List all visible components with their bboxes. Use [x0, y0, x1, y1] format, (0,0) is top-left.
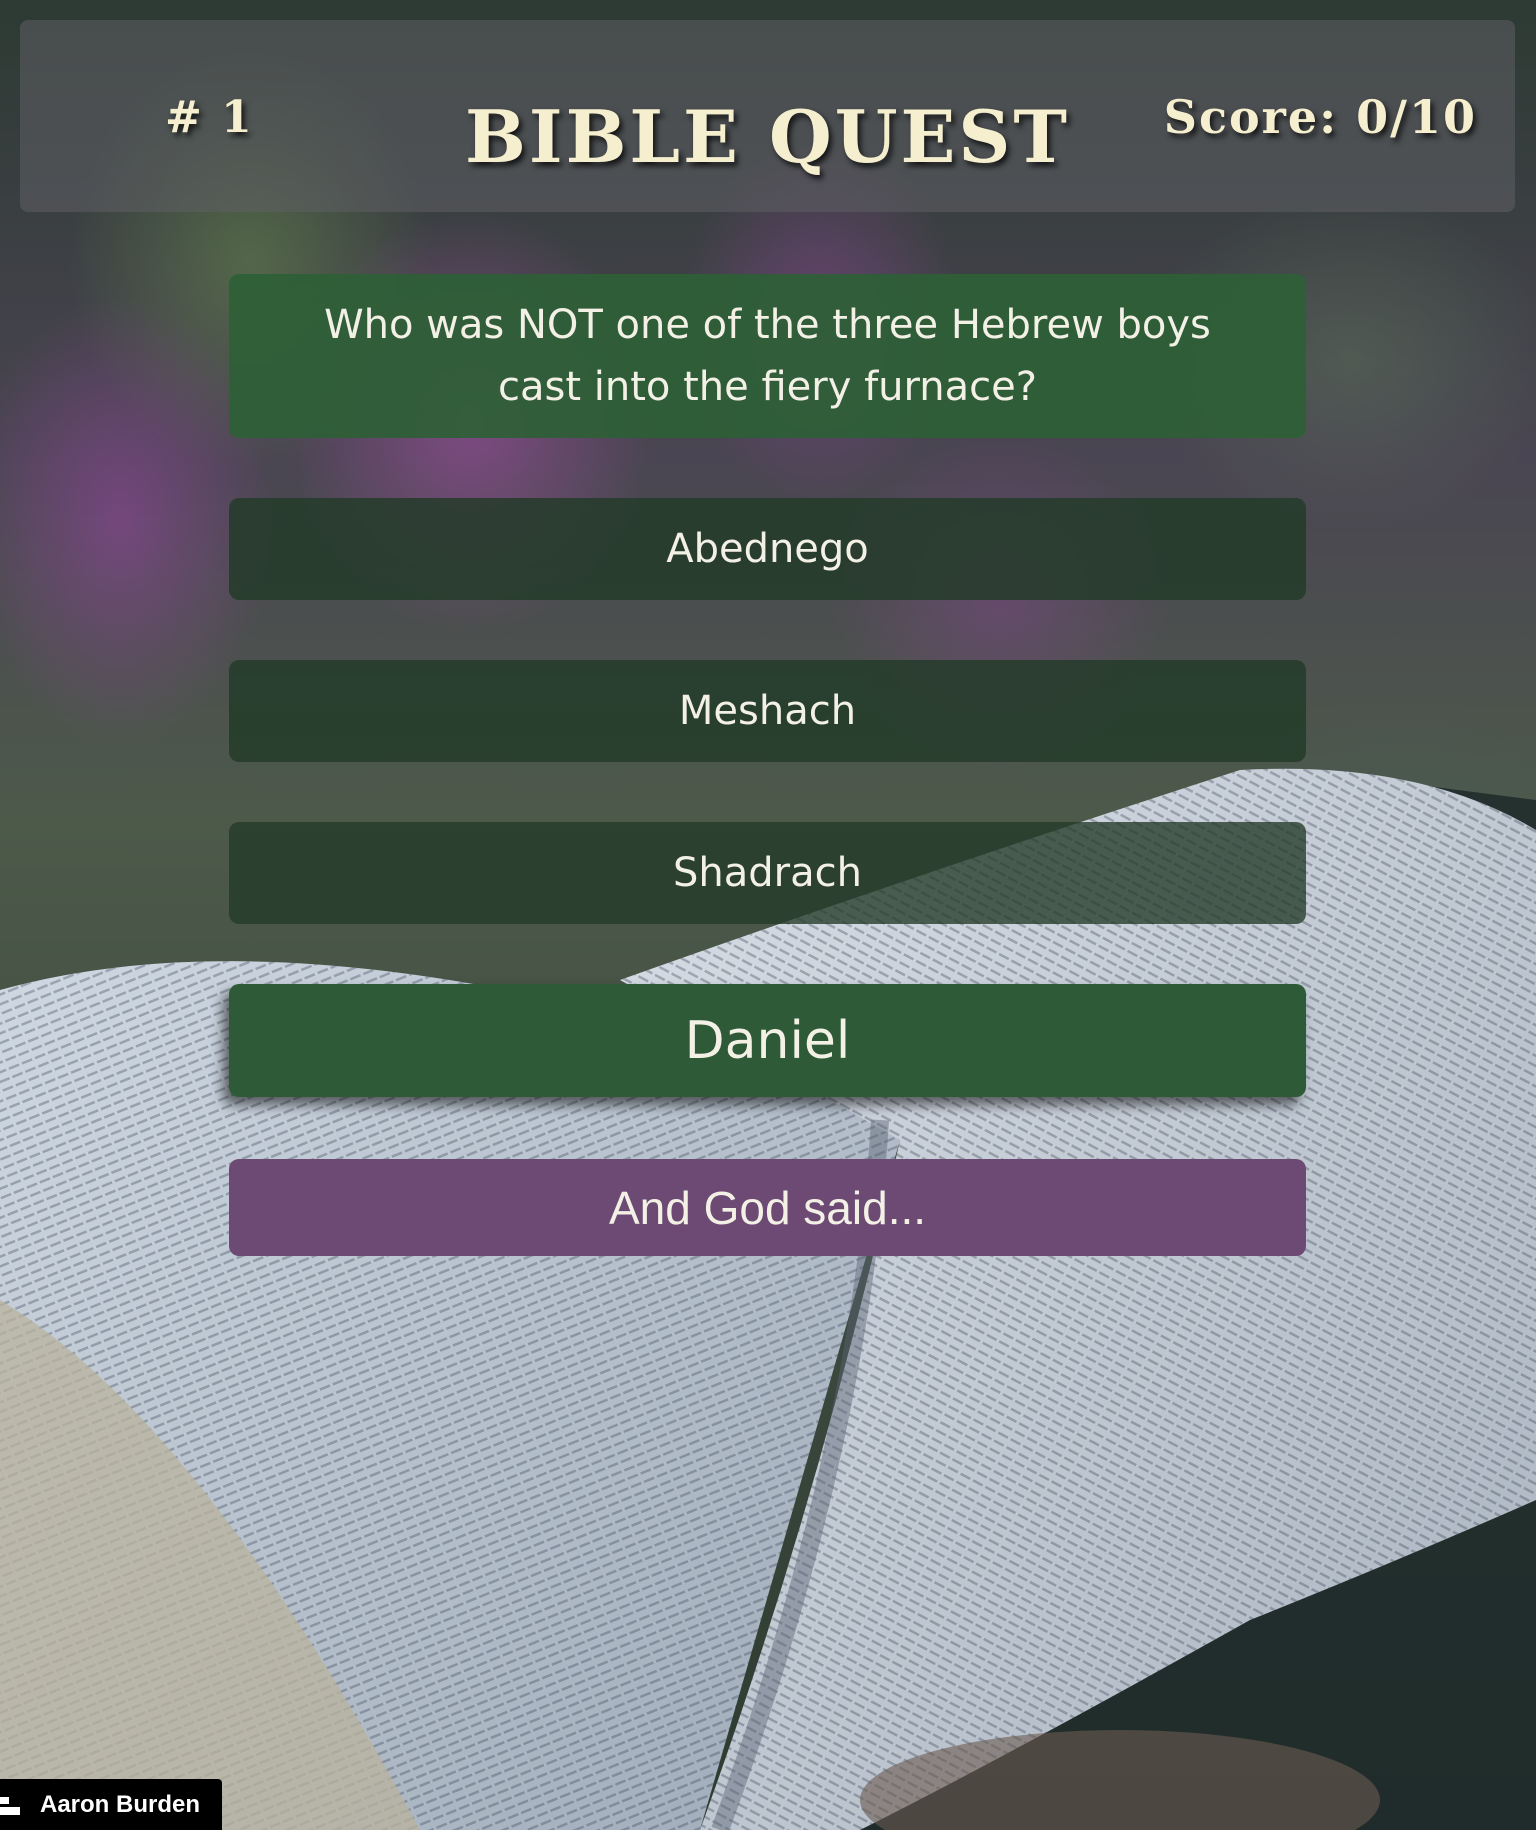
hint-button[interactable]: And God said... [229, 1159, 1306, 1256]
answer-option-abednego[interactable]: Abednego [229, 498, 1306, 600]
answer-option-shadrach[interactable]: Shadrach [229, 822, 1306, 924]
answer-label: Meshach [678, 688, 857, 734]
answer-label: Daniel [684, 1010, 851, 1071]
game-header: # 1 BIBLE QUEST Score: 0/10 [20, 20, 1515, 212]
answer-label: Shadrach [673, 850, 862, 896]
photographer-name: Aaron Burden [40, 1790, 201, 1818]
camera-icon [0, 1796, 20, 1815]
photo-credit[interactable]: Aaron Burden [0, 1779, 222, 1830]
answer-label: Abednego [666, 526, 869, 572]
score-display: Score: 0/10 [1163, 90, 1477, 144]
answer-option-daniel[interactable]: Daniel [229, 984, 1306, 1097]
question-card: Who was NOT one of the three Hebrew boys… [229, 274, 1306, 438]
answer-option-meshach[interactable]: Meshach [229, 660, 1306, 762]
hint-button-label: And God said... [608, 1181, 927, 1234]
question-text: Who was NOT one of the three Hebrew boys… [324, 302, 1211, 410]
